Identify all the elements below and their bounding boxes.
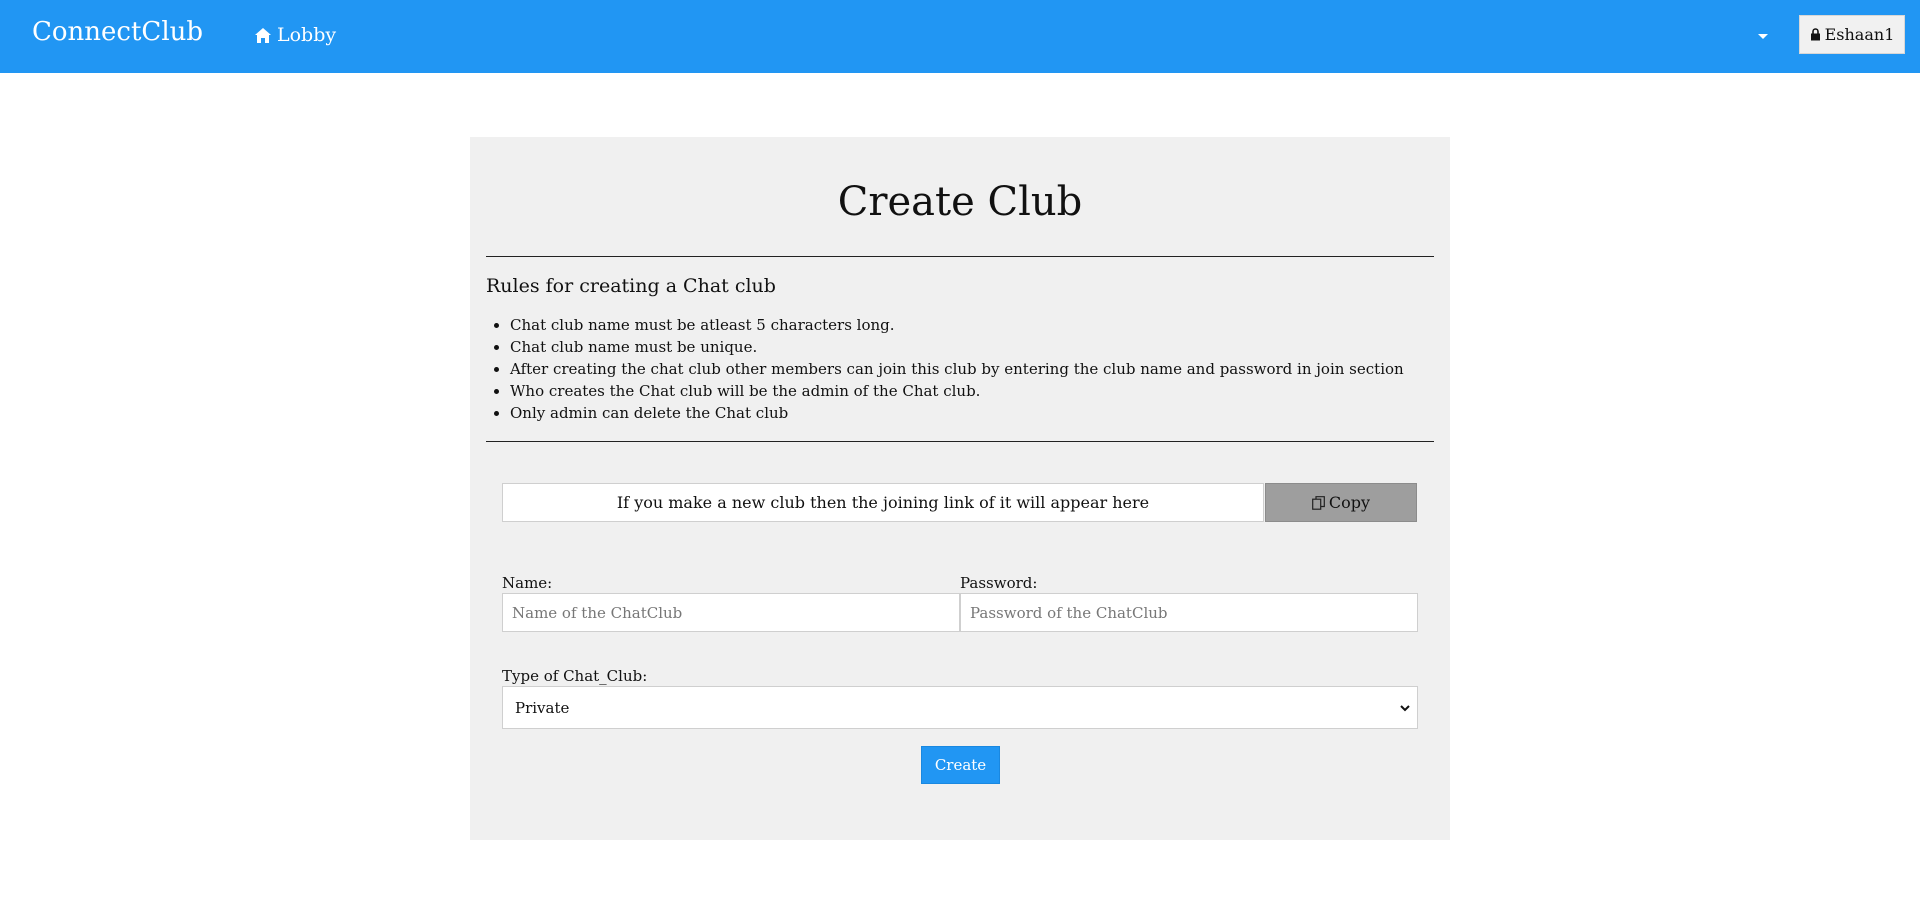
- nav-lobby-label: Lobby: [277, 24, 337, 46]
- name-label: Name:: [502, 574, 553, 592]
- joining-link-field[interactable]: If you make a new club then the joining …: [502, 483, 1264, 522]
- nav-lobby-link[interactable]: Lobby: [255, 24, 336, 46]
- rule-item: Who creates the Chat club will be the ad…: [510, 380, 1404, 402]
- rule-item: After creating the chat club other membe…: [510, 358, 1404, 380]
- copy-link-button[interactable]: Copy: [1265, 483, 1417, 522]
- create-club-panel: Create Club Rules for creating a Chat cl…: [470, 137, 1450, 840]
- user-name: Eshaan1: [1824, 25, 1895, 44]
- select-chevron-icon: [1400, 705, 1410, 712]
- club-password-input[interactable]: [960, 593, 1418, 632]
- page-title: Create Club: [837, 179, 1083, 225]
- divider-top: [486, 256, 1434, 257]
- create-button[interactable]: Create: [921, 746, 1000, 784]
- rules-list: Chat club name must be atleast 5 charact…: [486, 314, 1404, 424]
- club-name-input[interactable]: [502, 593, 960, 632]
- password-label: Password:: [960, 574, 1038, 592]
- rules-heading: Rules for creating a Chat club: [486, 275, 776, 297]
- brand-logo[interactable]: ConnectClub: [32, 17, 203, 47]
- user-account-button[interactable]: Eshaan1: [1799, 15, 1905, 54]
- type-label: Type of Chat_Club:: [502, 667, 648, 685]
- copy-label: Copy: [1328, 493, 1371, 512]
- top-navbar: ConnectClub Lobby Eshaan1: [0, 0, 1920, 73]
- home-icon: [255, 27, 271, 43]
- club-type-selected: Private: [515, 698, 570, 717]
- rule-item: Chat club name must be unique.: [510, 336, 1404, 358]
- lock-icon: [1810, 28, 1820, 41]
- rule-item: Chat club name must be atleast 5 charact…: [510, 314, 1404, 336]
- club-type-select[interactable]: Private: [502, 686, 1418, 729]
- divider-bottom: [486, 441, 1434, 442]
- caret-down-icon[interactable]: [1755, 28, 1771, 44]
- rule-item: Only admin can delete the Chat club: [510, 402, 1404, 424]
- copy-icon: [1312, 495, 1325, 510]
